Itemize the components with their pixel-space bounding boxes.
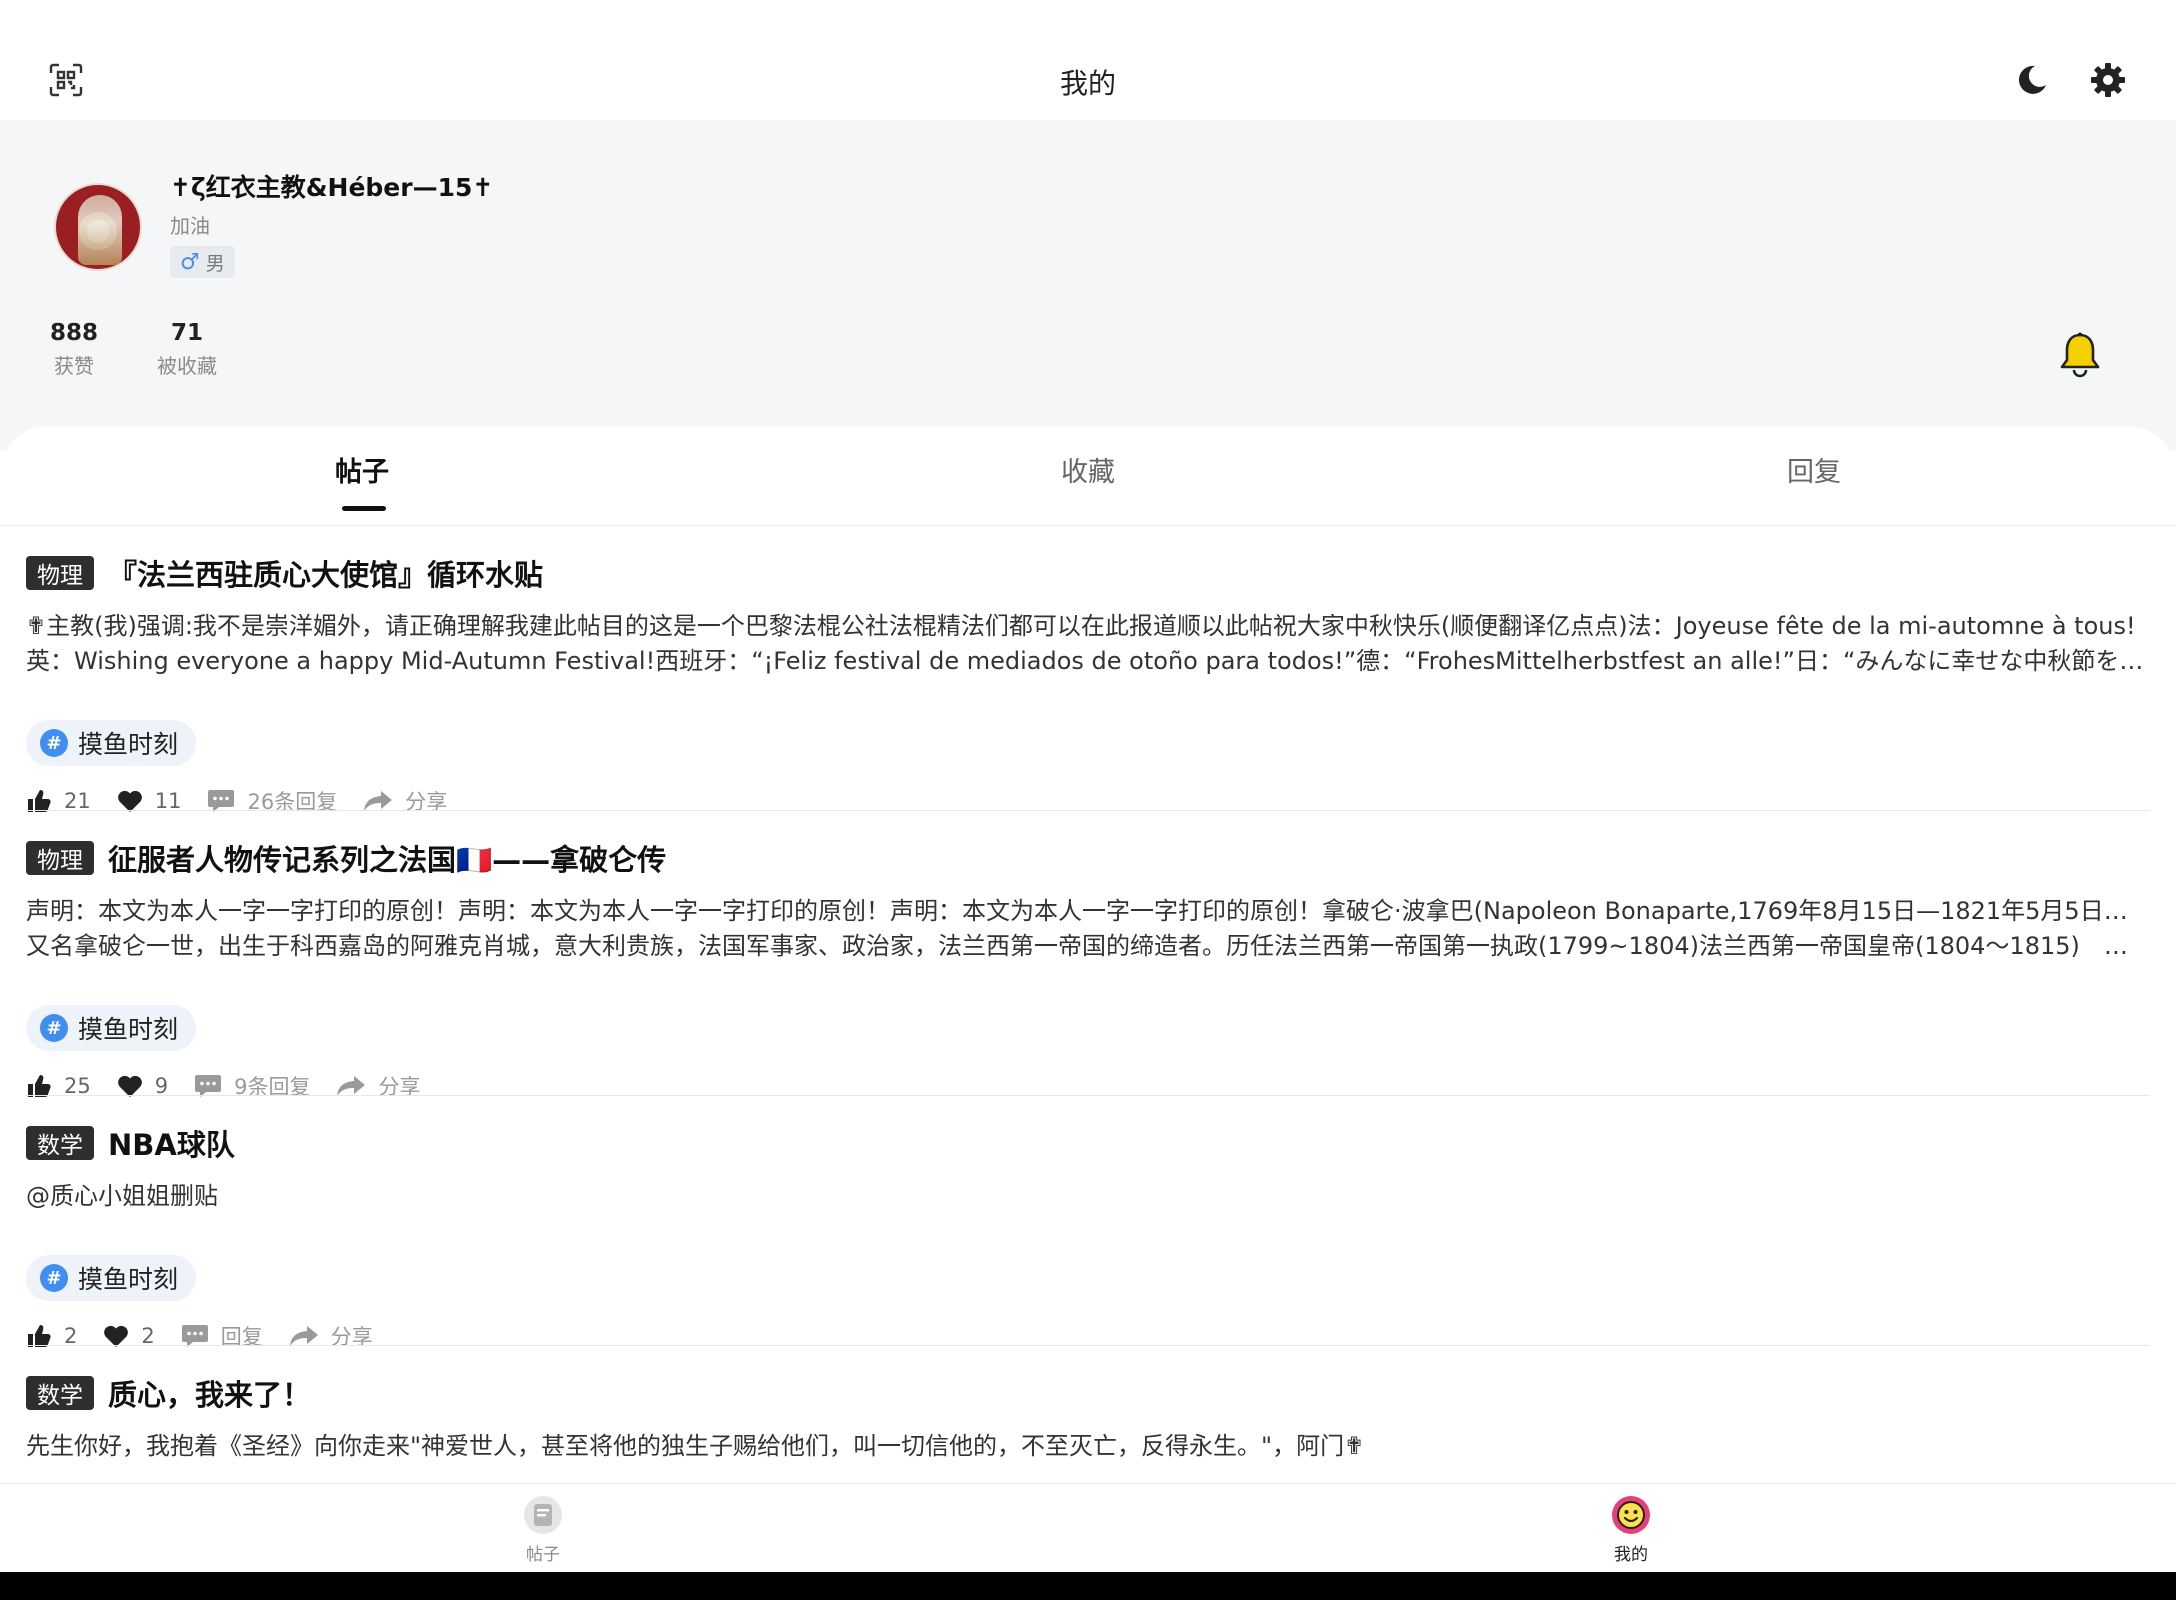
tab-posts[interactable]: 帖子 (262, 450, 462, 489)
subject-tag: 数学 (26, 1376, 94, 1410)
topic-label: 摸鱼时刻 (78, 1015, 179, 1044)
hashtag-icon: # (40, 1264, 68, 1292)
post-body-line: ✟主教(我)强调:我不是崇洋媚外，请正确理解我建此帖目的这是一个巴黎法棍公社法棍… (26, 612, 2136, 640)
post-list: 物理 『法兰西驻质心大使馆』循环水贴 ✟主教(我)强调:我不是崇洋媚外，请正确理… (0, 527, 2176, 1483)
nav-posts[interactable]: 帖子 (483, 1494, 603, 1565)
reply-count: 回复 (220, 1325, 263, 1349)
gear-icon[interactable] (2086, 58, 2130, 102)
smiley-face-icon (1610, 1494, 1652, 1536)
active-tab-indicator (342, 506, 386, 511)
nav-mine[interactable]: 我的 (1571, 1494, 1691, 1565)
likes-count: 888 (49, 320, 98, 346)
divider (26, 810, 2150, 811)
share-button[interactable]: 分享 (336, 1071, 420, 1101)
favorited-stat[interactable]: 71 被收藏 (150, 320, 224, 379)
share-label: 分享 (330, 1325, 373, 1349)
username: ✝ζ红衣主教&Héber—15✝ (170, 173, 494, 202)
gender-badge: ♂ 男 (170, 246, 235, 278)
post-actions: 2 2 回复 分享 (26, 1318, 399, 1354)
likes-label: 获赞 (54, 354, 94, 378)
post-actions: 21 11 26条回复 分享 (26, 783, 473, 819)
topic-chip[interactable]: # 摸鱼时刻 (26, 1005, 197, 1051)
gender-label: 男 (205, 252, 225, 275)
share-label: 分享 (378, 1075, 421, 1099)
reply-count: 9条回复 (234, 1075, 311, 1099)
male-icon: ♂ (180, 249, 200, 275)
divider (26, 1345, 2150, 1346)
reply-count: 26条回复 (247, 790, 338, 814)
content-tabs: 帖子 收藏 回复 (0, 426, 2176, 526)
reply-button[interactable]: 26条回复 (207, 786, 337, 816)
tab-replies[interactable]: 回复 (1714, 450, 1914, 489)
topic-chip[interactable]: # 摸鱼时刻 (26, 1255, 197, 1301)
post-body-line: @质心小姐姐删贴 (26, 1182, 218, 1210)
top-app-bar: 我的 (0, 0, 2176, 120)
divider (26, 1095, 2150, 1096)
share-button[interactable]: 分享 (363, 786, 447, 816)
post-actions: 25 9 9条回复 分享 (26, 1068, 446, 1104)
hashtag-icon: # (40, 729, 68, 757)
favorited-count: 71 (170, 320, 203, 346)
subject-tag: 物理 (26, 556, 94, 590)
bell-icon[interactable] (2058, 330, 2102, 380)
favorited-label: 被收藏 (157, 354, 217, 378)
topic-label: 摸鱼时刻 (78, 730, 179, 759)
post-body: 先生你好，我抱着《圣经》向你走来"神爱世人，甚至将他的独生子赐给他们，叫一切信他… (26, 1429, 2150, 1464)
tab-favorites[interactable]: 收藏 (988, 450, 1188, 489)
post-title[interactable]: 征服者人物传记系列之法国🇫🇷——拿破仑传 (108, 837, 666, 879)
post-body-line: 又名拿破仑一世，出生于科西嘉岛的阿雅克肖城，意大利贵族，法国军事家、政治家，法兰… (26, 932, 2128, 960)
post-title[interactable]: 质心，我来了！ (108, 1372, 311, 1414)
post-body: ✟主教(我)强调:我不是崇洋媚外，请正确理解我建此帖目的这是一个巴黎法棍公社法棍… (26, 609, 2150, 679)
likes-stat[interactable]: 888 获赞 (44, 320, 104, 379)
posts-nav-icon (522, 1494, 564, 1536)
reply-button[interactable]: 9条回复 (194, 1071, 310, 1101)
nav-posts-label: 帖子 (526, 1545, 560, 1565)
reply-button[interactable]: 回复 (181, 1321, 263, 1351)
post-body-line: 英：Wishing everyone a happy Mid-Autumn Fe… (26, 647, 2150, 675)
post-body-line: 声明：本文为本人一字一字打印的原创！声明：本文为本人一字一字打印的原创！声明：本… (26, 897, 2150, 925)
profile-header: ✝ζ红衣主教&Héber—15✝ 加油 ♂ 男 888 获赞 71 被收藏 (0, 120, 2176, 450)
share-label: 分享 (405, 790, 448, 814)
topic-chip[interactable]: # 摸鱼时刻 (26, 720, 197, 766)
post-body: @质心小姐姐删贴 (26, 1179, 2150, 1214)
share-button[interactable]: 分享 (289, 1321, 373, 1351)
nav-mine-label: 我的 (1614, 1545, 1648, 1565)
bottom-navigation: 帖子 我的 (0, 1483, 2176, 1572)
avatar[interactable] (54, 183, 142, 271)
post-title[interactable]: NBA球队 (108, 1122, 235, 1164)
subject-tag: 数学 (26, 1126, 94, 1160)
hashtag-icon: # (40, 1014, 68, 1042)
user-signature: 加油 (170, 214, 210, 238)
subject-tag: 物理 (26, 841, 94, 875)
post-body: 声明：本文为本人一字一字打印的原创！声明：本文为本人一字一字打印的原创！声明：本… (26, 894, 2150, 964)
moon-icon[interactable] (2010, 58, 2054, 102)
post-title[interactable]: 『法兰西驻质心大使馆』循环水贴 (108, 552, 543, 594)
post-body-line: 先生你好，我抱着《圣经》向你走来"神爱世人，甚至将他的独生子赐给他们，叫一切信他… (26, 1432, 1365, 1460)
system-navigation-bar (0, 1572, 2176, 1600)
topic-label: 摸鱼时刻 (78, 1265, 179, 1294)
page-title: 我的 (1059, 67, 1116, 100)
